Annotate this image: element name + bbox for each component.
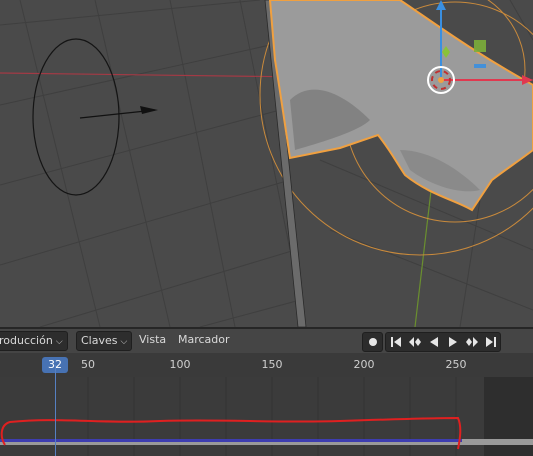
play-reverse-icon bbox=[429, 337, 438, 347]
light-arrow-icon bbox=[140, 106, 158, 114]
playback-mode-dropdown[interactable]: roducción ⌵ bbox=[0, 331, 68, 351]
tick-label: 200 bbox=[353, 358, 375, 371]
keyframes-dropdown-label: Claves bbox=[81, 334, 118, 347]
tick-label: 150 bbox=[261, 358, 283, 371]
play-button[interactable] bbox=[443, 333, 462, 351]
record-button[interactable] bbox=[362, 332, 383, 352]
light-ellipse[interactable] bbox=[32, 38, 120, 196]
jump-to-keyframe-next-icon bbox=[465, 337, 478, 347]
tick-label: 250 bbox=[445, 358, 467, 371]
record-icon bbox=[368, 338, 377, 346]
jump-to-start-button[interactable] bbox=[386, 333, 405, 351]
keyframes-dropdown[interactable]: Claves ⌵ bbox=[76, 331, 133, 351]
jump-to-prev-keyframe-button[interactable] bbox=[405, 333, 424, 351]
keyframe-track-area[interactable] bbox=[0, 377, 533, 456]
frame-ruler[interactable]: 50 100 150 200 250 32 bbox=[0, 353, 533, 377]
3d-viewport[interactable] bbox=[0, 0, 533, 327]
marker-menu[interactable]: Marcador bbox=[176, 331, 232, 349]
jump-to-end-icon bbox=[485, 337, 496, 347]
track-canvas bbox=[0, 377, 533, 456]
playback-mode-label: roducción bbox=[0, 334, 53, 347]
chevron-down-icon: ⌵ bbox=[120, 337, 128, 347]
play-icon bbox=[448, 337, 457, 347]
object-origin-dot bbox=[438, 77, 444, 83]
playback-controls bbox=[385, 332, 501, 352]
tick-label: 50 bbox=[81, 358, 95, 371]
chevron-down-icon: ⌵ bbox=[55, 337, 63, 347]
playhead-line[interactable] bbox=[55, 365, 56, 456]
xy-plane-handle[interactable] bbox=[474, 64, 486, 68]
play-reverse-button[interactable] bbox=[424, 333, 443, 351]
yz-plane-handle[interactable] bbox=[474, 40, 486, 52]
jump-to-keyframe-prev-icon bbox=[408, 337, 421, 347]
jump-to-end-button[interactable] bbox=[481, 333, 500, 351]
z-gizmo-arrow-icon[interactable] bbox=[436, 0, 446, 10]
timeline-header: roducción ⌵ Claves ⌵ Vista Marcador bbox=[0, 329, 533, 353]
cache-bar bbox=[0, 439, 462, 442]
tick-label: 100 bbox=[169, 358, 191, 371]
view-menu[interactable]: Vista bbox=[137, 331, 168, 349]
viewport-canvas[interactable] bbox=[0, 0, 533, 327]
jump-to-next-keyframe-button[interactable] bbox=[462, 333, 481, 351]
jump-to-start-icon bbox=[390, 337, 401, 347]
